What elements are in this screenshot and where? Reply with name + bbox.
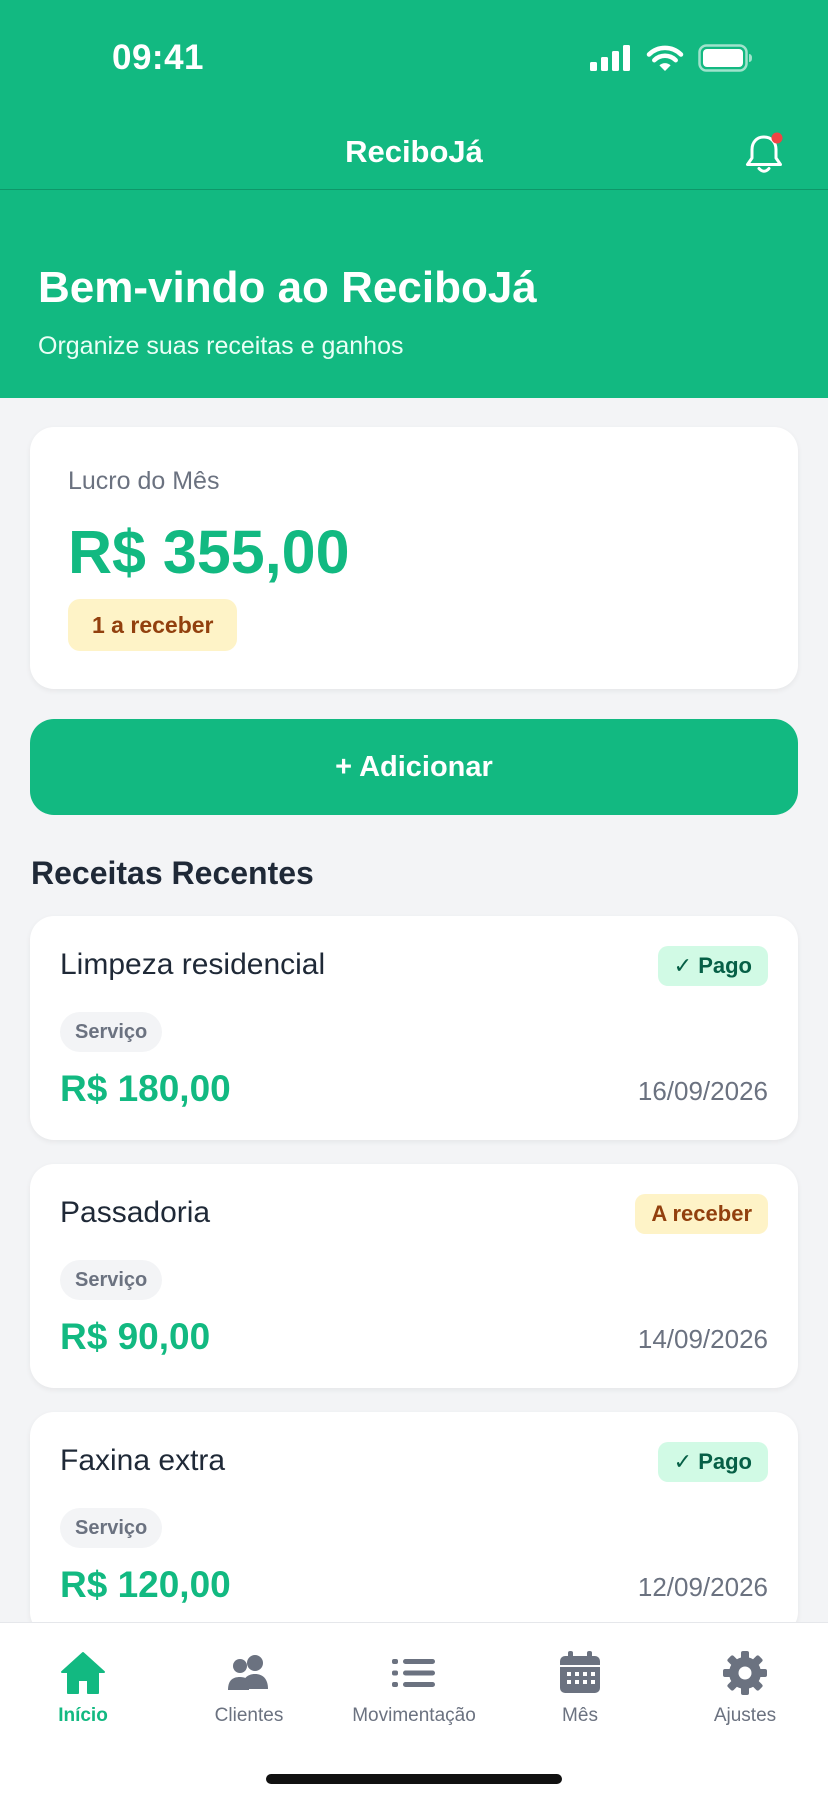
receipt-card[interactable]: Limpeza residencial ✓ Pago Serviço R$ 18… bbox=[30, 916, 798, 1140]
receipt-title: Limpeza residencial bbox=[60, 948, 326, 981]
home-indicator bbox=[266, 1774, 562, 1784]
tab-label: Mês bbox=[562, 1705, 598, 1726]
tab-label: Início bbox=[58, 1705, 108, 1726]
status-bar: 09:41 bbox=[0, 0, 828, 120]
signal-icon bbox=[590, 45, 630, 71]
status-time: 09:41 bbox=[112, 38, 205, 77]
tab-mes[interactable]: Mês bbox=[497, 1651, 663, 1727]
list-icon bbox=[392, 1659, 435, 1687]
notification-dot bbox=[771, 132, 783, 144]
calendar-icon bbox=[560, 1651, 600, 1693]
type-tag: Serviço bbox=[60, 1012, 163, 1052]
profit-value: R$ 355,00 bbox=[68, 518, 350, 586]
type-tag: Serviço bbox=[60, 1260, 163, 1300]
profit-label: Lucro do Mês bbox=[68, 467, 220, 495]
receipt-card[interactable]: Passadoria A receber Serviço R$ 90,00 14… bbox=[30, 1164, 798, 1388]
receipt-card[interactable]: Faxina extra ✓ Pago Serviço R$ 120,00 12… bbox=[30, 1412, 798, 1636]
tab-inicio[interactable]: Início bbox=[0, 1651, 166, 1727]
type-tag: Serviço bbox=[60, 1508, 163, 1548]
status-badge: ✓ Pago bbox=[657, 946, 768, 986]
app-title: ReciboJá bbox=[345, 134, 483, 169]
nav-bar: ReciboJá bbox=[0, 120, 828, 190]
status-badge: ✓ Pago bbox=[657, 1442, 768, 1482]
notifications-button[interactable] bbox=[740, 130, 788, 178]
recent-section-title: Receitas Recentes bbox=[31, 855, 314, 891]
tab-label: Movimentação bbox=[352, 1705, 476, 1726]
receipt-title: Faxina extra bbox=[60, 1444, 226, 1477]
home-icon bbox=[61, 1652, 105, 1694]
add-button[interactable]: + Adicionar bbox=[30, 719, 798, 815]
receipt-amount: R$ 180,00 bbox=[60, 1068, 231, 1109]
receipt-date: 12/09/2026 bbox=[637, 1572, 768, 1602]
welcome-title: Bem-vindo ao ReciboJá bbox=[38, 263, 537, 312]
users-icon bbox=[228, 1655, 268, 1690]
tab-label: Clientes bbox=[214, 1705, 284, 1726]
monthly-profit-card: Lucro do Mês R$ 355,00 1 a receber bbox=[30, 427, 798, 689]
tab-movimentacao[interactable]: Movimentação bbox=[331, 1651, 497, 1727]
receipt-title: Passadoria bbox=[60, 1196, 211, 1229]
wifi-icon bbox=[646, 45, 684, 71]
welcome-hero: Bem-vindo ao ReciboJá Organize suas rece… bbox=[38, 266, 537, 361]
status-badge: A receber bbox=[635, 1194, 768, 1234]
battery-icon bbox=[698, 44, 752, 72]
bell-icon bbox=[746, 132, 783, 173]
receipt-amount: R$ 120,00 bbox=[60, 1564, 231, 1605]
status-icons bbox=[590, 44, 754, 72]
tab-clientes[interactable]: Clientes bbox=[166, 1651, 332, 1727]
receipt-amount: R$ 90,00 bbox=[60, 1316, 211, 1357]
gear-icon bbox=[723, 1651, 767, 1695]
pending-badge: 1 a receber bbox=[68, 599, 238, 651]
receipt-date: 16/09/2026 bbox=[637, 1076, 768, 1106]
receipt-date: 14/09/2026 bbox=[637, 1324, 768, 1354]
tab-label: Ajustes bbox=[713, 1705, 777, 1726]
welcome-subtitle: Organize suas receitas e ganhos bbox=[38, 332, 404, 360]
tab-ajustes[interactable]: Ajustes bbox=[662, 1651, 828, 1727]
